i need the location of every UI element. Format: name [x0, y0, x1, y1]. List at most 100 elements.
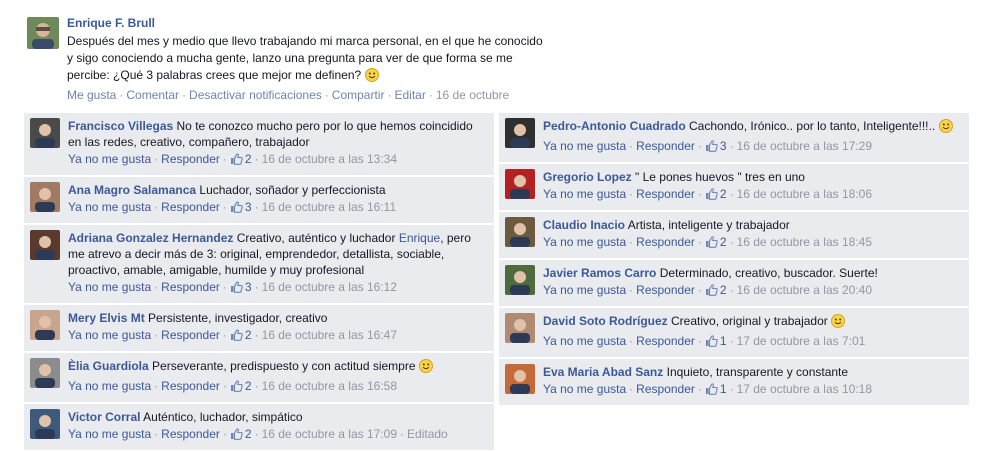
- mention-link[interactable]: Enrique: [399, 231, 440, 245]
- commenter-name[interactable]: Èlia Guardiola: [68, 359, 149, 373]
- share-link[interactable]: Compartir: [332, 88, 385, 102]
- unlike-link[interactable]: Ya no me gusta: [68, 152, 151, 166]
- reply-link[interactable]: Responder: [636, 334, 695, 348]
- unlike-link[interactable]: Ya no me gusta: [543, 334, 626, 348]
- unlike-link[interactable]: Ya no me gusta: [68, 280, 151, 294]
- comment-timestamp[interactable]: 16 de octubre a las 16:12: [262, 280, 397, 294]
- unlike-link[interactable]: Ya no me gusta: [543, 283, 626, 297]
- like-link[interactable]: Me gusta: [67, 88, 116, 102]
- separator: ·: [154, 200, 159, 214]
- like-count-button[interactable]: 3: [705, 139, 727, 153]
- like-count-button[interactable]: 2: [230, 427, 252, 441]
- reply-link[interactable]: Responder: [636, 187, 695, 201]
- comment-body: Cachondo, Irónico.. por lo tanto, Inteli…: [689, 119, 936, 133]
- commenter-avatar[interactable]: [505, 364, 535, 394]
- post-author-avatar[interactable]: [27, 17, 59, 49]
- comment-timestamp[interactable]: 16 de octubre a las 18:45: [737, 235, 872, 249]
- commenter-name[interactable]: Adriana Gonzalez Hernandez: [68, 231, 233, 245]
- reply-link[interactable]: Responder: [636, 382, 695, 396]
- commenter-avatar[interactable]: [30, 409, 60, 439]
- reply-link[interactable]: Responder: [161, 280, 220, 294]
- reply-link[interactable]: Responder: [161, 379, 220, 393]
- commenter-name[interactable]: David Soto Rodríguez: [543, 314, 668, 328]
- like-count-button[interactable]: 2: [705, 187, 727, 201]
- reply-link[interactable]: Responder: [161, 427, 220, 441]
- commenter-name[interactable]: Javier Ramos Carro: [543, 266, 656, 280]
- comment-timestamp[interactable]: 17 de octubre a las 7:01: [737, 334, 866, 348]
- comment-timestamp[interactable]: 16 de octubre a las 20:40: [737, 283, 872, 297]
- commenter-avatar[interactable]: [30, 358, 60, 388]
- disable-notifications-link[interactable]: Desactivar notificaciones: [189, 88, 322, 102]
- comment-meta: Ya no me gusta · Responder · 2 · 16 de octubre…: [543, 186, 961, 205]
- comment-body: Auténtico, luchador, simpático: [143, 410, 303, 424]
- comment-timestamp[interactable]: 16 de octubre a las 17:09: [262, 427, 397, 441]
- comment-timestamp[interactable]: 16 de octubre a las 16:47: [262, 328, 397, 342]
- commenter-avatar[interactable]: [505, 217, 535, 247]
- commenter-name[interactable]: Victor Corral: [68, 410, 140, 424]
- commenter-avatar[interactable]: [30, 182, 60, 212]
- comment-text: Èlia Guardiola Perseverante, predispuest…: [68, 358, 486, 377]
- commenter-avatar[interactable]: [505, 313, 535, 343]
- unlike-link[interactable]: Ya no me gusta: [543, 187, 626, 201]
- commenter-avatar[interactable]: [30, 230, 60, 260]
- commenter-name[interactable]: Claudio Inacio: [543, 218, 625, 232]
- unlike-link[interactable]: Ya no me gusta: [543, 235, 626, 249]
- reply-link[interactable]: Responder: [636, 283, 695, 297]
- commenter-avatar[interactable]: [30, 118, 60, 148]
- like-count-button[interactable]: 3: [230, 280, 252, 294]
- like-count-button[interactable]: 2: [705, 283, 727, 297]
- commenter-name[interactable]: Eva Maria Abad Sanz: [543, 365, 663, 379]
- edited-label[interactable]: Editado: [407, 427, 448, 441]
- comment-text: Pedro-Antonio Cuadrado Cachondo, Irónico…: [543, 118, 961, 137]
- post-author-name[interactable]: Enrique F. Brull: [67, 16, 547, 30]
- separator: ·: [154, 280, 159, 294]
- like-count-button[interactable]: 2: [705, 235, 727, 249]
- comment-timestamp[interactable]: 17 de octubre a las 10:18: [737, 382, 872, 396]
- commenter-name[interactable]: Francisco Villegas: [68, 119, 173, 133]
- comment-timestamp[interactable]: 16 de octubre a las 17:29: [737, 139, 872, 153]
- like-count-button[interactable]: 2: [230, 379, 252, 393]
- unlike-link[interactable]: Ya no me gusta: [68, 427, 151, 441]
- like-count-button[interactable]: 1: [705, 334, 727, 348]
- reply-link[interactable]: Responder: [161, 200, 220, 214]
- comment: Francisco Villegas No te conozco mucho p…: [24, 113, 494, 177]
- unlike-link[interactable]: Ya no me gusta: [543, 139, 626, 153]
- post-actions: Me gusta · Comentar · Desactivar notificacio…: [67, 88, 510, 102]
- like-count-button[interactable]: 3: [230, 200, 252, 214]
- commenter-avatar[interactable]: [505, 265, 535, 295]
- unlike-link[interactable]: Ya no me gusta: [68, 200, 151, 214]
- separator: ·: [629, 382, 634, 396]
- commenter-name[interactable]: Gregorio Lopez: [543, 170, 632, 184]
- reply-link[interactable]: Responder: [636, 139, 695, 153]
- comment-link[interactable]: Comentar: [126, 88, 179, 102]
- comment: Ana Magro Salamanca Luchador, soñador y …: [24, 177, 494, 225]
- commenter-name[interactable]: Mery Elvis Mt: [68, 311, 145, 325]
- comment: Gregorio Lopez " Le pones huevos " tres …: [499, 164, 969, 212]
- reply-link[interactable]: Responder: [161, 152, 220, 166]
- avatar-image: [505, 364, 535, 394]
- comment-timestamp[interactable]: 16 de octubre a las 16:58: [262, 379, 397, 393]
- like-count: 3: [244, 200, 252, 214]
- reply-link[interactable]: Responder: [636, 235, 695, 249]
- comment-timestamp[interactable]: 16 de octubre a las 18:06: [737, 187, 872, 201]
- commenter-avatar[interactable]: [505, 118, 535, 148]
- like-count-button[interactable]: 2: [230, 152, 252, 166]
- commenter-avatar[interactable]: [30, 310, 60, 340]
- reply-link[interactable]: Responder: [161, 328, 220, 342]
- like-count: 2: [719, 235, 727, 249]
- avatar-image: [505, 217, 535, 247]
- like-count-button[interactable]: 2: [230, 328, 252, 342]
- edit-link[interactable]: Editar: [394, 88, 425, 102]
- commenter-avatar[interactable]: [505, 169, 535, 199]
- comment-timestamp[interactable]: 16 de octubre a las 16:11: [262, 200, 397, 214]
- commenter-name[interactable]: Ana Magro Salamanca: [68, 183, 196, 197]
- like-count-button[interactable]: 1: [705, 382, 727, 396]
- unlike-link[interactable]: Ya no me gusta: [68, 379, 151, 393]
- comment: Èlia Guardiola Perseverante, predispuest…: [24, 353, 494, 404]
- separator: ·: [154, 328, 159, 342]
- unlike-link[interactable]: Ya no me gusta: [543, 382, 626, 396]
- comment-text: Mery Elvis Mt Persistente, investigador,…: [68, 310, 486, 326]
- comment-timestamp[interactable]: 16 de octubre a las 13:34: [262, 152, 397, 166]
- commenter-name[interactable]: Pedro-Antonio Cuadrado: [543, 119, 686, 133]
- unlike-link[interactable]: Ya no me gusta: [68, 328, 151, 342]
